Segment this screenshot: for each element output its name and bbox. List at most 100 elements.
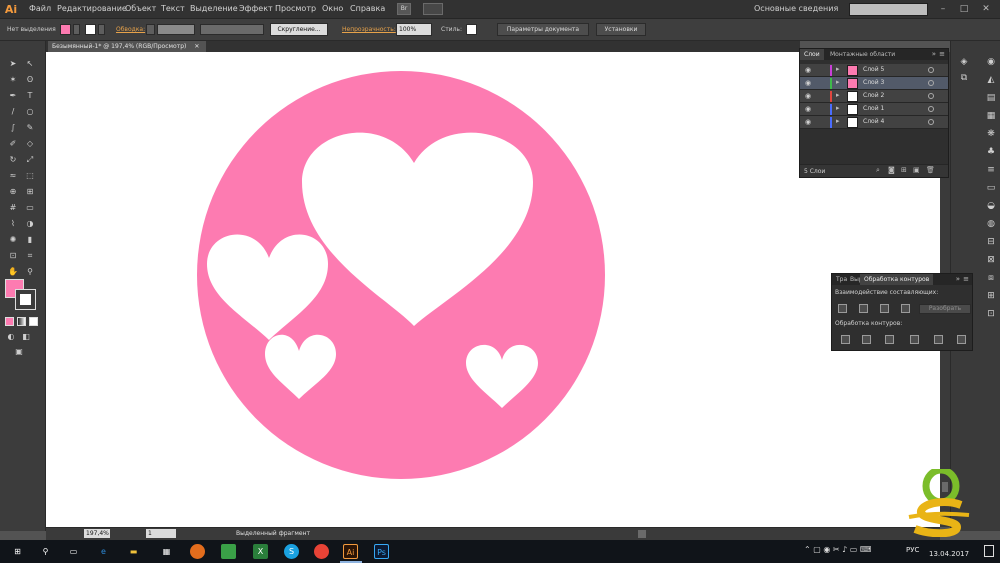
layer-row[interactable]: ◉ ▸ Слой 2 <box>800 90 948 103</box>
artboard-tool-icon[interactable]: ⊡ <box>8 251 18 261</box>
layer-name[interactable]: Слой 1 <box>863 105 884 112</box>
artboards-icon[interactable]: ⧉ <box>958 72 970 84</box>
symbol-sprayer-tool-icon[interactable]: ✺ <box>8 235 18 245</box>
scale-tool-icon[interactable]: ⤢ <box>25 155 35 165</box>
workspace-switcher[interactable]: Основные сведения <box>754 4 838 13</box>
screen-mode-icon[interactable]: ▣ <box>14 347 24 357</box>
divide-icon[interactable] <box>841 335 850 344</box>
minimize-icon[interactable]: – <box>936 3 950 15</box>
trim-icon[interactable] <box>862 335 871 344</box>
pathfinder-menu-icon[interactable]: ≡ <box>963 275 969 283</box>
stroke-dropdown-icon[interactable] <box>98 24 105 35</box>
horizontal-scroll-thumb[interactable] <box>638 530 646 538</box>
illustrator-taskbar-icon[interactable]: Ai <box>343 544 358 559</box>
menu-file[interactable]: Файл <box>29 4 51 13</box>
menu-view[interactable]: Просмотр <box>275 4 316 13</box>
stroke-color-swatch[interactable] <box>85 24 96 35</box>
graphic-styles-icon[interactable]: ◭ <box>985 74 997 86</box>
pathfinder-icon[interactable]: ⧈ <box>985 272 997 284</box>
close-icon[interactable]: ✕ <box>979 3 993 15</box>
arrange-documents-button[interactable] <box>423 3 443 15</box>
visibility-eye-icon[interactable]: ◉ <box>805 79 814 88</box>
task-view-icon[interactable]: ▭ <box>66 544 81 559</box>
layer-row[interactable]: ◉ ▸ Слой 4 <box>800 116 948 129</box>
brush-definition-dropdown[interactable]: Скругление... <box>270 23 328 36</box>
rotate-tool-icon[interactable]: ↻ <box>8 155 18 165</box>
ellipse-tool-icon[interactable]: ○ <box>25 107 35 117</box>
merge-icon[interactable] <box>885 335 894 344</box>
new-layer-icon[interactable]: ▣ <box>913 166 920 174</box>
stroke-color-box[interactable] <box>15 289 36 310</box>
document-setup-button[interactable]: Параметры документа <box>497 23 589 36</box>
visibility-eye-icon[interactable]: ◉ <box>805 66 814 75</box>
gradient-panel-icon[interactable]: ▭ <box>985 182 997 194</box>
panel-menu-icon[interactable]: ≡ <box>939 50 945 58</box>
opacity-label[interactable]: Непрозрачность: <box>342 26 396 33</box>
draw-behind-icon[interactable]: ◧ <box>21 332 31 342</box>
file-explorer-icon[interactable]: ▬ <box>126 544 141 559</box>
layer-name[interactable]: Слой 4 <box>863 118 884 125</box>
draw-normal-icon[interactable]: ◐ <box>6 332 16 342</box>
expand-button[interactable]: Разобрать <box>919 304 971 314</box>
visibility-eye-icon[interactable]: ◉ <box>805 92 814 101</box>
layer-name[interactable]: Слой 5 <box>863 66 884 73</box>
menu-object[interactable]: Объект <box>125 4 156 13</box>
layer-target-icon[interactable] <box>928 80 934 86</box>
new-sublayer-icon[interactable]: ⊞ <box>901 166 907 174</box>
gradient-tool-icon[interactable]: ▭ <box>25 203 35 213</box>
layer-target-icon[interactable] <box>928 67 934 73</box>
hand-tool-icon[interactable]: ✋ <box>8 267 18 277</box>
perspective-grid-tool-icon[interactable]: ⊞ <box>25 187 35 197</box>
delete-layer-icon[interactable]: 🗑 <box>926 166 935 174</box>
close-tab-icon[interactable]: ✕ <box>194 43 199 50</box>
stroke-label[interactable]: Обводка: <box>116 26 145 33</box>
expand-layer-icon[interactable]: ▸ <box>836 78 840 86</box>
minus-back-icon[interactable] <box>957 335 966 344</box>
color-mode-icon[interactable] <box>5 317 14 326</box>
tab-artboards[interactable]: Монтажные области <box>826 49 899 60</box>
width-tool-icon[interactable]: ≈ <box>8 171 18 181</box>
intersect-icon[interactable] <box>880 304 889 313</box>
preferences-button[interactable]: Установки <box>596 23 646 36</box>
menu-text[interactable]: Текст <box>161 4 185 13</box>
pencil-tool-icon[interactable]: ✎ <box>25 123 35 133</box>
swatches-icon[interactable]: ▦ <box>985 110 997 122</box>
shape-builder-tool-icon[interactable]: ⊕ <box>8 187 18 197</box>
lasso-tool-icon[interactable]: ʘ <box>25 75 35 85</box>
menu-edit[interactable]: Редактирование <box>57 4 127 13</box>
chat-app-icon[interactable] <box>221 544 236 559</box>
layer-target-icon[interactable] <box>928 93 934 99</box>
variable-width-dropdown[interactable] <box>200 24 264 35</box>
outline-icon[interactable] <box>934 335 943 344</box>
expand-layer-icon[interactable]: ▸ <box>836 65 840 73</box>
expand-layer-icon[interactable]: ▸ <box>836 117 840 125</box>
document-tab[interactable]: Безымянный-1* @ 197,4% (RGB/Просмотр) ✕ <box>48 41 206 52</box>
mesh-tool-icon[interactable]: # <box>8 203 18 213</box>
unite-icon[interactable] <box>838 304 847 313</box>
opacity-field[interactable]: 100% <box>396 23 432 36</box>
color-panel-icon[interactable]: ◍ <box>985 218 997 230</box>
status-text[interactable]: Выделенный фрагмент <box>236 530 310 537</box>
column-graph-tool-icon[interactable]: ▮ <box>25 235 35 245</box>
windows-start-icon[interactable]: ⊞ <box>10 544 25 559</box>
artboard-number-field[interactable]: 1 <box>146 529 176 538</box>
clock[interactable]: 13.04.2017 <box>929 542 969 558</box>
search-icon[interactable]: ⚲ <box>38 544 53 559</box>
magic-wand-tool-icon[interactable]: ✶ <box>8 75 18 85</box>
crop-icon[interactable] <box>910 335 919 344</box>
color-guide-icon[interactable]: ▤ <box>985 92 997 104</box>
eyedropper-tool-icon[interactable]: ⌇ <box>8 219 18 229</box>
type-tool-icon[interactable]: T <box>25 91 35 101</box>
search-input[interactable] <box>849 3 928 16</box>
blob-brush-tool-icon[interactable]: ✐ <box>8 139 18 149</box>
expand-layer-icon[interactable]: ▸ <box>836 104 840 112</box>
store-icon[interactable]: ▦ <box>159 544 174 559</box>
photoshop-taskbar-icon[interactable]: Ps <box>374 544 389 559</box>
layer-row[interactable]: ◉ ▸ Слой 3 <box>800 77 948 90</box>
maximize-icon[interactable]: □ <box>957 3 971 15</box>
chrome-icon[interactable] <box>314 544 329 559</box>
gradient-mode-icon[interactable] <box>17 317 26 326</box>
brushes-icon[interactable]: ❋ <box>985 128 997 140</box>
bridge-button[interactable]: Br <box>397 3 411 15</box>
stroke-weight-field[interactable] <box>157 24 195 35</box>
